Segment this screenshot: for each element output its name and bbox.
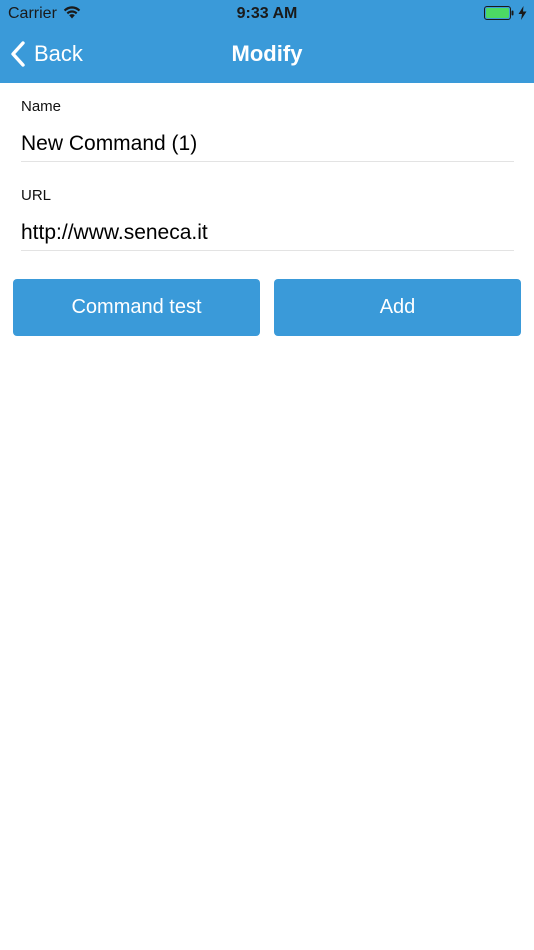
url-label: URL — [21, 187, 52, 204]
charging-bolt-icon — [518, 6, 527, 20]
name-field[interactable] — [21, 127, 514, 162]
status-time: 9:33 AM — [236, 5, 298, 22]
navigation-bar: Back Modify — [0, 28, 534, 83]
add-button[interactable]: Add — [274, 279, 521, 336]
command-test-button[interactable]: Command test — [13, 279, 260, 336]
name-label: Name — [21, 98, 62, 115]
url-field[interactable] — [21, 216, 514, 251]
status-bar: Carrier 9:33 AM — [0, 0, 534, 28]
page-title: Modify — [231, 41, 303, 66]
battery-charging-icon — [484, 6, 514, 20]
top-bar: Carrier 9:33 AM Back Modify — [0, 0, 534, 83]
